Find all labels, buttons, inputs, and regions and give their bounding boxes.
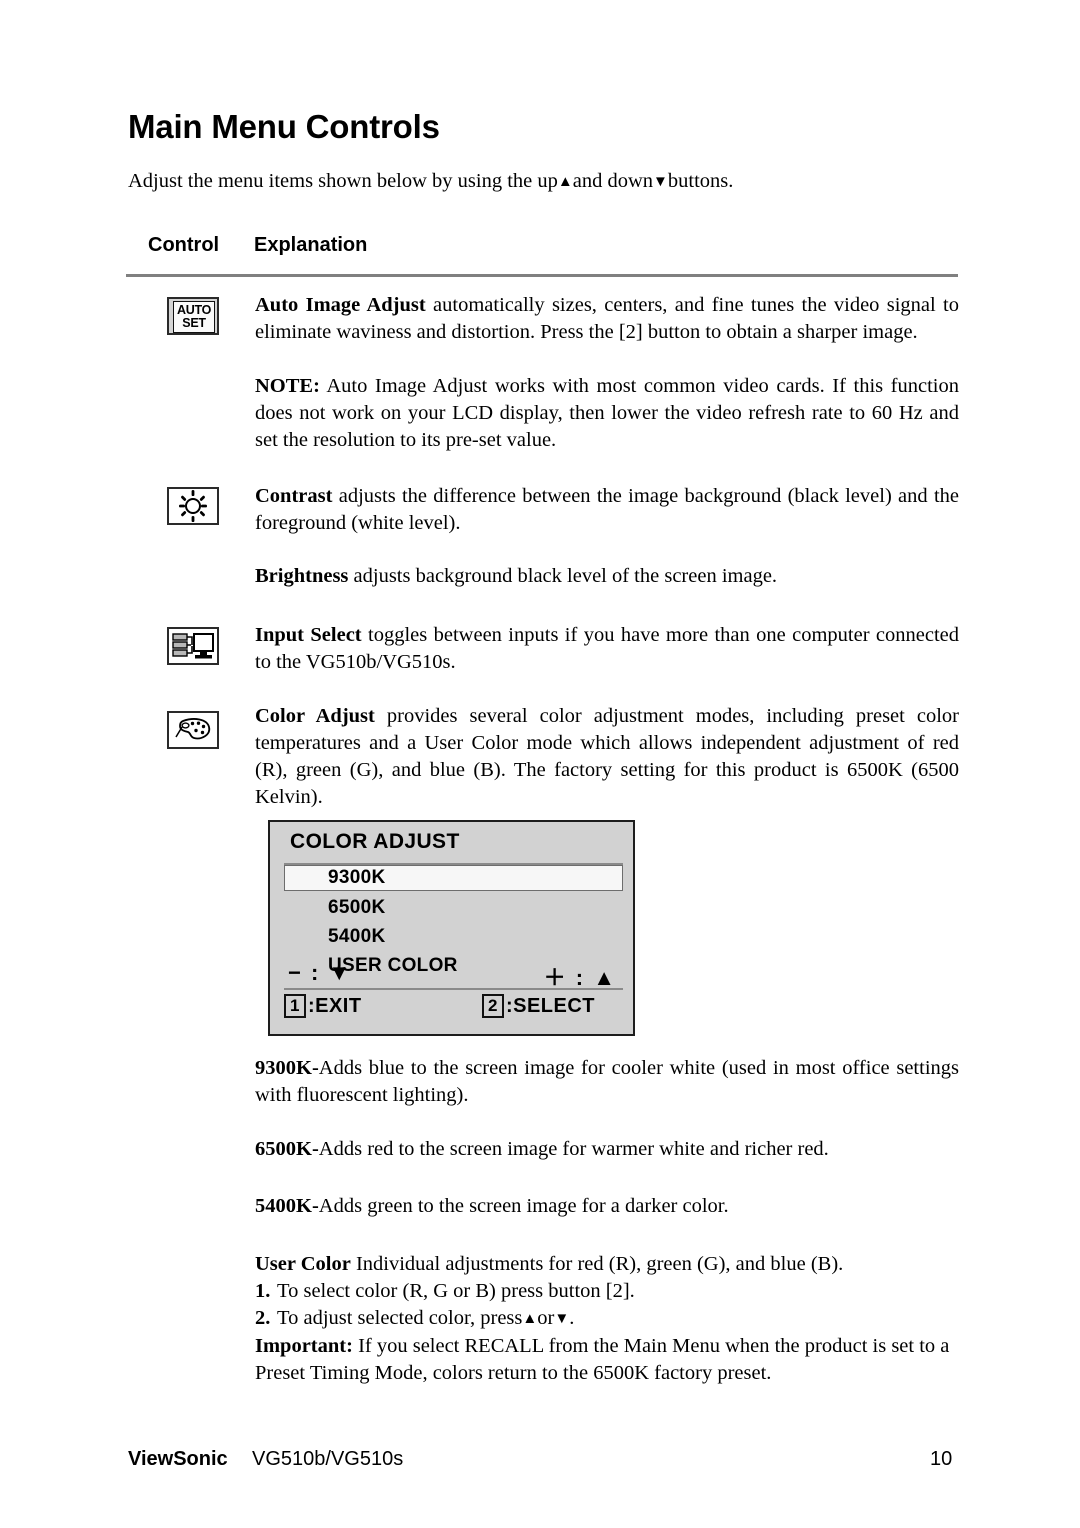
body-9300k: Adds blue to the screen image for cooler… xyxy=(255,1057,959,1106)
osd-color-adjust-menu: COLOR ADJUST 9300K 6500K 5400K USER COLO… xyxy=(268,820,635,1036)
osd-item-5400k[interactable]: 5400K xyxy=(328,926,386,948)
column-header-control: Control xyxy=(148,234,220,256)
step-2-number: 2. xyxy=(255,1307,271,1329)
term-input-select: Input Select xyxy=(255,624,362,646)
manual-page: Main Menu Controls Adjust the menu items… xyxy=(0,0,1080,1528)
term-note: NOTE: xyxy=(255,375,320,397)
auto-set-icon: AUTO SET xyxy=(167,297,219,335)
paragraph-5400k: 5400K-Adds green to the screen image for… xyxy=(255,1193,959,1220)
up-triangle-icon xyxy=(558,170,573,192)
user-color-step-2: 2. To adjust selected color, press or. xyxy=(255,1305,959,1333)
body-note: Auto Image Adjust works with most common… xyxy=(255,375,959,451)
paragraph-color-adjust: Color Adjust provides several color adju… xyxy=(255,703,959,811)
paragraph-9300k: 9300K-Adds blue to the screen image for … xyxy=(255,1055,959,1109)
contrast-sun-glyph xyxy=(169,489,217,523)
step-1-number: 1. xyxy=(255,1280,271,1302)
footer-model: VG510b/VG510s xyxy=(252,1448,404,1470)
body-5400k: Adds green to the screen image for a dar… xyxy=(318,1195,729,1217)
intro-middle: and down xyxy=(572,170,654,192)
osd-select-keycap: 2 xyxy=(482,994,504,1018)
paragraph-user-color: User Color Individual adjustments for re… xyxy=(255,1251,959,1387)
term-auto-image-adjust: Auto Image Adjust xyxy=(255,294,426,316)
paragraph-note: NOTE: Auto Image Adjust works with most … xyxy=(255,373,959,454)
term-5400k: 5400K- xyxy=(255,1195,319,1217)
footer-brand: ViewSonic xyxy=(128,1448,228,1470)
step-2-text-b: or xyxy=(537,1307,555,1329)
user-color-important: Important: If you select RECALL from the… xyxy=(255,1333,959,1387)
paragraph-auto-image-adjust: Auto Image Adjust automatically sizes, c… xyxy=(255,292,959,346)
osd-select-hint[interactable]: 2:SELECT xyxy=(482,994,595,1018)
body-contrast: adjusts the difference between the image… xyxy=(255,485,959,534)
osd-item-9300k[interactable]: 9300K xyxy=(328,867,386,889)
osd-exit-keycap: 1 xyxy=(284,994,306,1018)
down-triangle-icon xyxy=(653,170,668,192)
body-brightness: adjusts background black level of the sc… xyxy=(348,565,778,587)
color-palette-icon xyxy=(167,711,219,749)
user-color-heading: User Color Individual adjustments for re… xyxy=(255,1251,959,1278)
term-color-adjust: Color Adjust xyxy=(255,705,375,727)
step-2-down-triangle-icon xyxy=(554,1307,569,1329)
footer-page-number: 10 xyxy=(930,1448,953,1470)
intro-prefix: Adjust the menu items shown below by usi… xyxy=(128,170,558,192)
page-title: Main Menu Controls xyxy=(128,108,440,145)
paragraph-brightness: Brightness adjusts background black leve… xyxy=(255,563,959,590)
contrast-sun-icon xyxy=(167,487,219,525)
term-user-color: User Color xyxy=(255,1253,351,1275)
body-important: If you select RECALL from the Main Menu … xyxy=(255,1335,950,1384)
step-2-text-a: To adjust selected color, press xyxy=(277,1307,523,1329)
osd-title: COLOR ADJUST xyxy=(290,830,460,853)
term-brightness: Brightness xyxy=(255,565,349,587)
osd-item-6500k[interactable]: 6500K xyxy=(328,897,386,919)
input-select-monitor-icon xyxy=(167,627,219,665)
osd-select-label: :SELECT xyxy=(505,994,596,1017)
color-palette-glyph xyxy=(169,713,217,747)
user-color-step-1: 1. To select color (R, G or B) press butt… xyxy=(255,1278,959,1305)
body-user-color: Individual adjustments for red (R), gree… xyxy=(350,1253,844,1275)
column-header-explanation: Explanation xyxy=(254,234,368,256)
step-2-up-triangle-icon xyxy=(522,1307,537,1329)
osd-bottom-divider xyxy=(284,988,623,990)
input-select-glyph xyxy=(169,629,217,663)
term-9300k: 9300K- xyxy=(255,1057,319,1079)
intro-paragraph: Adjust the menu items shown below by usi… xyxy=(128,168,958,195)
body-6500k: Adds red to the screen image for warmer … xyxy=(318,1138,829,1160)
auto-set-icon-line2: SET xyxy=(182,316,206,330)
term-6500k: 6500K- xyxy=(255,1138,319,1160)
step-2-text-c: . xyxy=(569,1307,575,1329)
osd-exit-hint[interactable]: 1:EXIT xyxy=(284,994,362,1018)
paragraph-input-select: Input Select toggles between inputs if y… xyxy=(255,622,959,676)
osd-exit-label: :EXIT xyxy=(307,994,362,1017)
osd-decrease-hint: − : ▼ xyxy=(288,960,353,985)
term-contrast: Contrast xyxy=(255,485,333,507)
step-1-text: To select color (R, G or B) press button… xyxy=(277,1280,635,1302)
paragraph-contrast: Contrast adjusts the difference between … xyxy=(255,483,959,537)
intro-suffix: buttons. xyxy=(667,170,734,192)
term-important: Important: xyxy=(255,1335,353,1357)
paragraph-6500k: 6500K-Adds red to the screen image for w… xyxy=(255,1136,959,1163)
header-divider xyxy=(126,274,958,277)
